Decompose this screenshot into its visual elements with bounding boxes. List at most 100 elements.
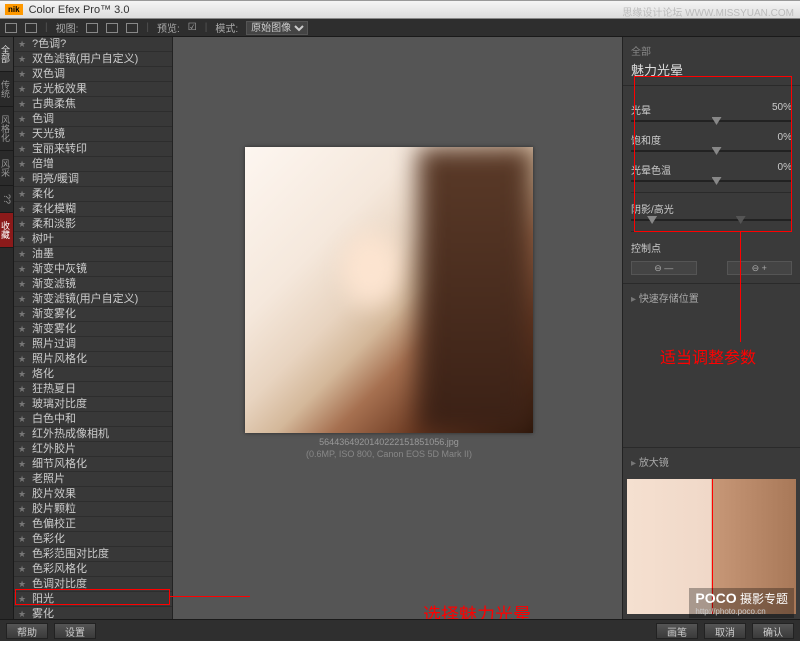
cancel-button[interactable]: 取消 (704, 623, 746, 639)
filter-label: 渐变雾化 (32, 322, 76, 337)
filter-item[interactable]: ★明亮/暖调 (14, 172, 172, 187)
view-icon-1[interactable] (86, 23, 98, 33)
star-icon: ★ (18, 157, 28, 172)
filter-item[interactable]: ★胶片效果 (14, 487, 172, 502)
star-icon: ★ (18, 397, 28, 412)
filter-label: 雾化 (32, 607, 54, 620)
filter-item[interactable]: ★老照片 (14, 472, 172, 487)
filter-item[interactable]: ★色偏校正 (14, 517, 172, 532)
view-icon-3[interactable] (126, 23, 138, 33)
filter-item[interactable]: ★ 胶片颗粒 (14, 502, 172, 517)
ctrl-minus-button[interactable]: ⊖ — (631, 261, 697, 275)
ctrl-plus-button[interactable]: ⊖ + (727, 261, 793, 275)
preview-label: 预览: (157, 20, 180, 35)
filter-item[interactable]: ★色彩范围对比度 (14, 547, 172, 562)
filter-label: ?色调? (32, 37, 66, 52)
ok-button[interactable]: 确认 (752, 623, 794, 639)
ctrl-label: 控制点 (631, 240, 661, 255)
magnifier-section[interactable]: 放大镜 (623, 447, 800, 475)
portrait-photo (245, 147, 533, 433)
filter-label: 老照片 (32, 472, 65, 487)
preview-check[interactable]: ☑ (188, 22, 197, 33)
filter-item[interactable]: ★狂热夏日 (14, 382, 172, 397)
filter-item[interactable]: ★色彩风格化 (14, 562, 172, 577)
canvas-area: 5644364920140222151851056.jpg (0.6MP, IS… (173, 37, 622, 619)
brush-button[interactable]: 画笔 (656, 623, 698, 639)
layout-icon-2[interactable] (25, 23, 37, 33)
star-icon: ★ (18, 172, 28, 187)
vtab-3[interactable]: 风采 (0, 151, 13, 186)
star-icon: ★ (18, 502, 28, 517)
filter-item[interactable]: ★渐变雾化 (14, 322, 172, 337)
view-label: 视图: (56, 20, 79, 35)
filter-item[interactable]: ★烙化 (14, 367, 172, 382)
filter-item[interactable]: ★ 柔化模糊 (14, 202, 172, 217)
settings-button[interactable]: 设置 (54, 623, 96, 639)
filter-item[interactable]: ★渐变中灰镜 (14, 262, 172, 277)
star-icon: ★ (18, 127, 28, 142)
filter-sidebar: ★?色调?★双色滤镜(用户自定义)★双色调★反光板效果★古典柔焦★色调★天光镜★… (14, 37, 173, 619)
filter-item[interactable]: ★天光镜 (14, 127, 172, 142)
filter-item[interactable]: ★柔和淡影 (14, 217, 172, 232)
star-icon: ★ (18, 562, 28, 577)
filter-item[interactable]: ★树叶 (14, 232, 172, 247)
filter-item[interactable]: ★柔化 (14, 187, 172, 202)
annotation-adjust-params: 适当调整参数 (660, 344, 756, 368)
filter-label: 色彩化 (32, 532, 65, 547)
app-title: Color Efex Pro™ 3.0 (29, 4, 130, 16)
filter-item[interactable]: ★古典柔焦 (14, 97, 172, 112)
vendor-logo: nik (5, 4, 23, 15)
star-icon: ★ (18, 352, 28, 367)
filter-item[interactable]: ★?色调? (14, 37, 172, 52)
filter-label: 反光板效果 (32, 82, 87, 97)
vtab-1[interactable]: 传统 (0, 72, 13, 107)
filter-item[interactable]: ★倍增 (14, 157, 172, 172)
vtab-2[interactable]: 风格化 (0, 107, 13, 151)
vtab-0[interactable]: 全部 (0, 37, 13, 72)
vtab-5[interactable]: 收藏 (0, 213, 13, 248)
filter-item[interactable]: ★色彩化 (14, 532, 172, 547)
filter-item[interactable]: ★照片风格化 (14, 352, 172, 367)
filter-label: 玻璃对比度 (32, 397, 87, 412)
star-icon: ★ (18, 442, 28, 457)
star-icon: ★ (18, 217, 28, 232)
filter-item[interactable]: ★红外热成像相机 (14, 427, 172, 442)
filter-item[interactable]: ★雾化 (14, 607, 172, 619)
filter-label: 色调 (32, 112, 54, 127)
layout-icon-1[interactable] (5, 23, 17, 33)
filter-item[interactable]: ★ 玻璃对比度 (14, 397, 172, 412)
footer-bar: 帮助 设置 画笔 取消 确认 (0, 619, 800, 641)
annotation-highlight-box-1 (15, 589, 170, 605)
view-icon-2[interactable] (106, 23, 118, 33)
vtab-4[interactable]: ?? (0, 186, 13, 213)
filter-item[interactable]: ★双色滤镜(用户自定义) (14, 52, 172, 67)
filter-item[interactable]: ★宝丽来转印 (14, 142, 172, 157)
filter-label: 渐变中灰镜 (32, 262, 87, 277)
filter-label: 柔化模糊 (32, 202, 76, 217)
annotation-select-filter: 选择魅力光晕 (423, 601, 531, 619)
filter-item[interactable]: ★油墨 (14, 247, 172, 262)
watermark-bottom: POCO 摄影专题 http://photo.poco.cn (689, 588, 794, 618)
filter-item[interactable]: ★双色调 (14, 67, 172, 82)
filter-item[interactable]: ★渐变雾化 (14, 307, 172, 322)
filter-item[interactable]: ★渐变滤镜 (14, 277, 172, 292)
filter-item[interactable]: ★色调 (14, 112, 172, 127)
filter-item[interactable]: ★ 白色中和 (14, 412, 172, 427)
star-icon: ★ (18, 412, 28, 427)
filter-label: 柔化 (32, 187, 54, 202)
star-icon: ★ (18, 232, 28, 247)
filter-list: ★?色调?★双色滤镜(用户自定义)★双色调★反光板效果★古典柔焦★色调★天光镜★… (14, 37, 172, 619)
filter-item[interactable]: ★渐变滤镜(用户自定义) (14, 292, 172, 307)
filter-label: 红外胶片 (32, 442, 76, 457)
filter-item[interactable]: ★细节风格化 (14, 457, 172, 472)
filter-label: 白色中和 (32, 412, 76, 427)
filter-category: 全部 (631, 43, 792, 58)
filter-label: 胶片颗粒 (32, 502, 76, 517)
filter-item[interactable]: ★照片过调 (14, 337, 172, 352)
mode-select[interactable]: 原始图像 (246, 21, 308, 35)
filter-item[interactable]: ★反光板效果 (14, 82, 172, 97)
help-button[interactable]: 帮助 (6, 623, 48, 639)
filter-item[interactable]: ★ 红外胶片 (14, 442, 172, 457)
save-preset-section[interactable]: 快速存储位置 (623, 283, 800, 311)
star-icon: ★ (18, 202, 28, 217)
